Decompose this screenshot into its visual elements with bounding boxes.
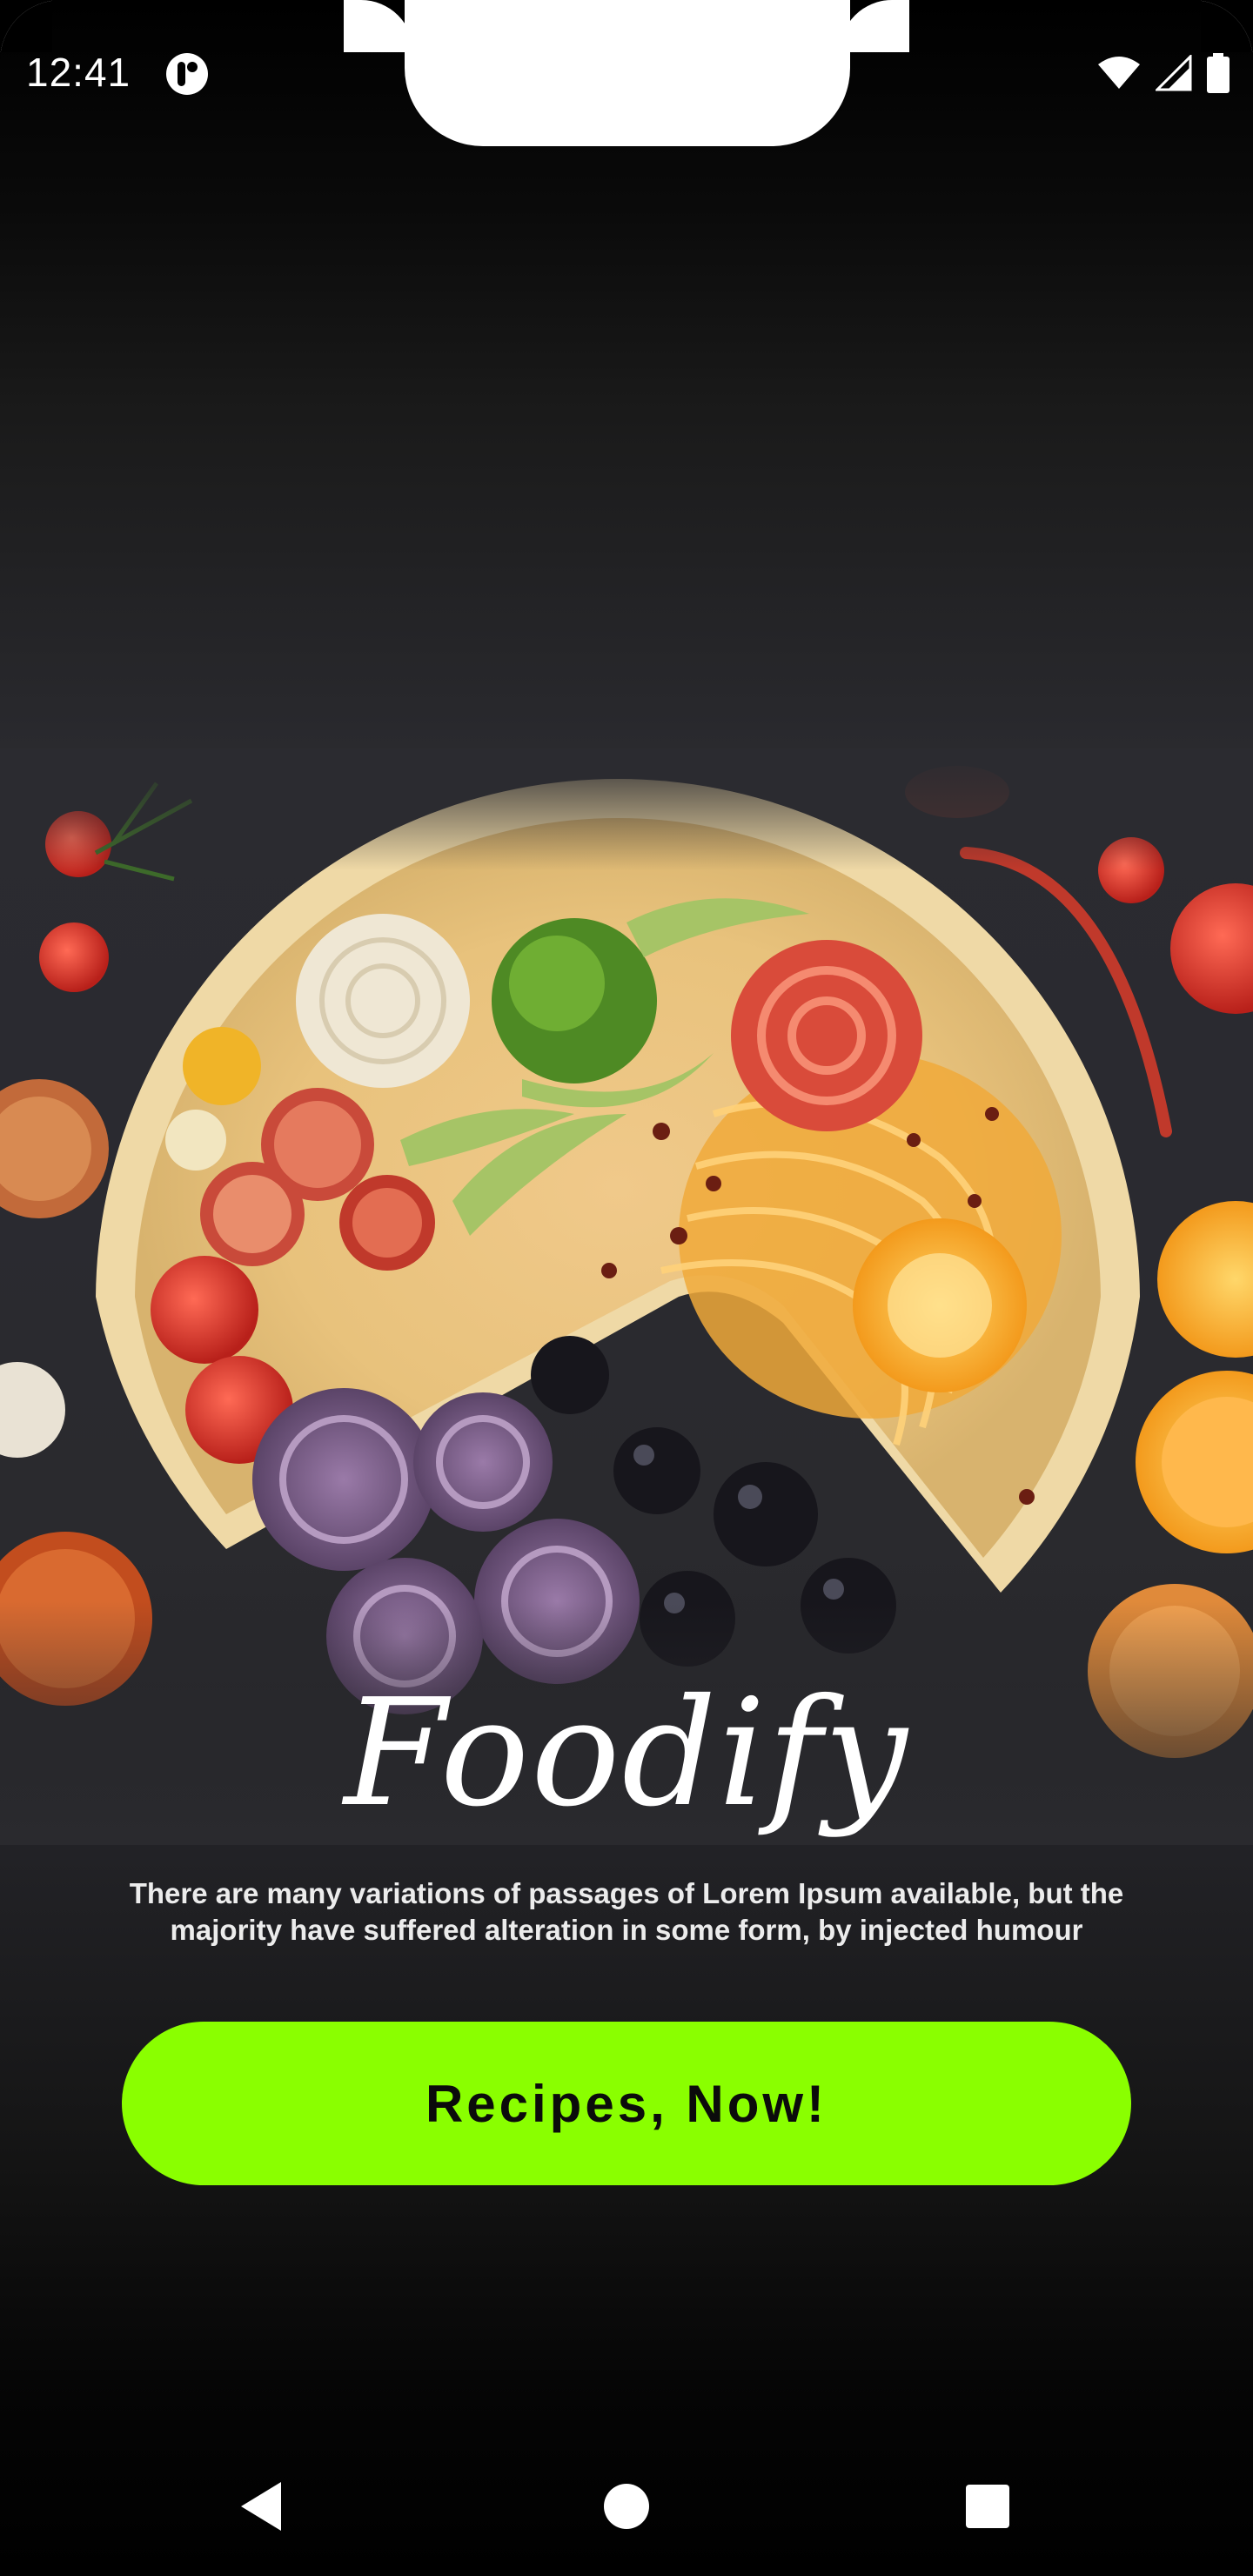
display-notch xyxy=(405,0,850,146)
notch-edge xyxy=(344,0,413,52)
battery-icon xyxy=(1206,52,1230,97)
tagline-text: There are many variations of passages of… xyxy=(129,1877,1124,1946)
status-icons xyxy=(1096,52,1230,97)
cellular-signal-icon xyxy=(1154,52,1192,96)
notification-app-icon xyxy=(165,52,209,96)
recipes-now-button[interactable]: Recipes, Now! xyxy=(122,2022,1131,2185)
screen-corner xyxy=(0,0,52,52)
back-triangle-icon[interactable] xyxy=(231,2476,291,2537)
app-title: Foodify xyxy=(344,1667,909,1840)
system-nav-bar xyxy=(0,2437,1253,2576)
notch-edge xyxy=(840,0,909,52)
home-circle-icon[interactable] xyxy=(596,2476,657,2537)
status-time: 12:41 xyxy=(26,50,131,95)
status-bar: 12:41 xyxy=(0,0,1253,148)
recipes-now-label: Recipes, Now! xyxy=(425,2074,828,2133)
recents-square-icon[interactable] xyxy=(957,2476,1018,2537)
app-screen: 12:41 Foodify There are many variations … xyxy=(0,0,1253,2576)
screen-corner xyxy=(1201,0,1253,52)
wifi-icon xyxy=(1096,56,1142,95)
